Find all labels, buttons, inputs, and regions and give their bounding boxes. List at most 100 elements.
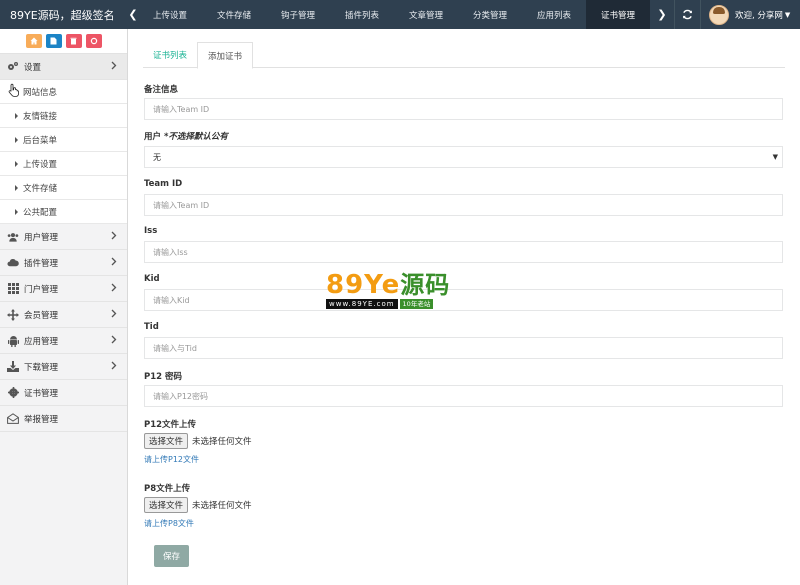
p8-choose-file-button[interactable]: 选择文件	[144, 497, 189, 513]
p8-file-label: P8文件上传	[144, 484, 191, 494]
tid-label: Tid	[144, 322, 159, 332]
caret-right-icon	[15, 184, 18, 191]
watermark-title: 89Ye源码	[326, 272, 476, 298]
sidebar-item-label: 用户管理	[24, 232, 59, 243]
sidebar-subitem-label: 公共配置	[23, 207, 58, 218]
tab-certificate-list[interactable]: 证书列表	[143, 42, 197, 68]
quick-actions	[0, 29, 127, 54]
p12-file-label: P12文件上传	[144, 420, 197, 430]
top-tab-file-storage[interactable]: 文件存储	[202, 0, 266, 29]
top-tab-category-management[interactable]: 分类管理	[458, 0, 522, 29]
user-menu[interactable]: 欢迎, 分享网 ▼	[700, 0, 790, 29]
recycle-icon[interactable]	[85, 34, 102, 48]
sidebar-subitem-label: 后台菜单	[23, 135, 58, 146]
move-arrows-icon	[7, 308, 19, 321]
caret-right-icon	[15, 112, 18, 119]
sidebar-item-portal[interactable]: 门户管理	[0, 276, 127, 302]
sidebar-subitem-label: 友情链接	[23, 111, 58, 122]
top-tab-upload-settings[interactable]: 上传设置	[138, 0, 202, 29]
caret-right-icon	[15, 160, 18, 167]
tab-add-certificate[interactable]: 添加证书	[197, 42, 254, 69]
top-tab-article-management[interactable]: 文章管理	[394, 0, 458, 29]
user-label: 用户 *不选择默认公有	[144, 130, 228, 142]
tid-input[interactable]: 请输入与Tid	[144, 337, 783, 359]
refresh-icon[interactable]	[674, 0, 700, 29]
p8-file-input: 选择文件 未选择任何文件	[144, 497, 252, 513]
nav-prev-icon[interactable]: ❮	[128, 0, 138, 29]
chevron-right-icon	[111, 361, 117, 373]
chevron-down-icon: ▼	[784, 10, 791, 19]
avatar	[709, 4, 729, 25]
sidebar-item-label: 应用管理	[24, 336, 59, 347]
watermark-logo: 89Ye源码 www.89YE.com 10年老站	[326, 272, 476, 312]
sidebar-subitem-label: 文件存储	[23, 183, 58, 194]
hand-pointer-icon	[8, 83, 20, 100]
top-tab-certificate-management[interactable]: 证书管理	[586, 0, 650, 29]
caret-down-icon: ▼	[772, 153, 778, 161]
p8-file-status: 未选择任何文件	[192, 501, 252, 511]
p12-file-input: 选择文件 未选择任何文件	[144, 433, 252, 449]
sidebar-item-label: 证书管理	[24, 388, 59, 399]
sidebar-item-plugins[interactable]: 插件管理	[0, 250, 127, 276]
sidebar-item-apps[interactable]: 应用管理	[0, 328, 127, 354]
user-hint: *不选择默认公有	[163, 132, 228, 142]
top-nav-tabs: 上传设置 文件存储 钩子管理 插件列表 文章管理 分类管理 应用列表 证书管理	[138, 0, 650, 29]
chevron-right-icon	[111, 335, 117, 347]
p12-file-help: 请上传P12文件	[144, 455, 200, 464]
team-id-input[interactable]: 请输入Team ID	[144, 194, 783, 216]
brand-title[interactable]: 89YE源码，超级签名	[0, 0, 128, 29]
p12-password-input[interactable]: 请输入P12密码	[144, 385, 783, 407]
top-tab-app-list[interactable]: 应用列表	[522, 0, 586, 29]
caret-right-icon	[15, 136, 18, 143]
sidebar-subitem-label: 网站信息	[23, 87, 58, 98]
document-icon[interactable]	[45, 34, 62, 48]
sidebar-item-settings[interactable]: 设置	[0, 54, 127, 80]
remark-input[interactable]: 请输入Team ID	[144, 98, 783, 120]
sidebar-item-members[interactable]: 会员管理	[0, 302, 127, 328]
user-name: 欢迎, 分享网	[735, 10, 783, 21]
trash-icon[interactable]	[65, 34, 82, 48]
remark-label: 备注信息	[144, 85, 179, 95]
p12-password-label: P12 密码	[144, 372, 183, 382]
sidebar-subitem-public-config[interactable]: 公共配置	[0, 200, 127, 224]
download-icon	[7, 361, 19, 373]
sidebar-item-reports[interactable]: 举报管理	[0, 406, 127, 432]
watermark-main: 89Ye	[326, 270, 401, 300]
user-select-value: 无	[153, 152, 161, 162]
sidebar-subitem-admin-menu[interactable]: 后台菜单	[0, 128, 127, 152]
caret-right-icon	[15, 208, 18, 215]
chevron-right-icon	[111, 257, 117, 269]
grid-icon	[7, 283, 19, 295]
sidebar-item-label: 会员管理	[24, 310, 59, 321]
gear-badge-icon	[7, 387, 19, 399]
save-button[interactable]: 保存	[154, 545, 189, 567]
top-tab-hook-management[interactable]: 钩子管理	[266, 0, 330, 29]
nav-next-icon[interactable]: ❯	[650, 0, 674, 29]
sidebar-subitem-site-info[interactable]: 网站信息	[0, 80, 127, 104]
envelope-open-icon	[7, 413, 19, 425]
user-select[interactable]: 无 ▼	[144, 146, 783, 168]
kid-label: Kid	[144, 274, 160, 284]
chevron-right-icon	[111, 61, 117, 73]
home-icon[interactable]	[25, 34, 42, 48]
sidebar-item-certificates[interactable]: 证书管理	[0, 380, 127, 406]
sidebar-item-downloads[interactable]: 下载管理	[0, 354, 127, 380]
chevron-right-icon	[111, 309, 117, 321]
top-tab-plugin-list[interactable]: 插件列表	[330, 0, 394, 29]
p8-file-help: 请上传P8文件	[144, 519, 194, 528]
sidebar: 设置 网站信息 友情链接 后台菜单 上传设置 文件存储 公共配置 用户管理 插件…	[0, 29, 128, 585]
cloud-icon	[7, 257, 19, 269]
iss-input[interactable]: 请输入Iss	[144, 241, 783, 263]
sidebar-subitem-file-storage[interactable]: 文件存储	[0, 176, 127, 200]
sidebar-item-users[interactable]: 用户管理	[0, 224, 127, 250]
sidebar-subitem-friend-links[interactable]: 友情链接	[0, 104, 127, 128]
watermark-url: www.89YE.com	[326, 299, 398, 309]
user-label-text: 用户	[144, 132, 162, 142]
chevron-right-icon	[111, 231, 117, 243]
sidebar-item-label: 插件管理	[24, 258, 59, 269]
sidebar-item-label: 举报管理	[24, 414, 59, 425]
sidebar-subitem-upload-settings[interactable]: 上传设置	[0, 152, 127, 176]
p12-choose-file-button[interactable]: 选择文件	[144, 433, 189, 449]
iss-label: Iss	[144, 226, 158, 236]
android-icon	[7, 335, 19, 347]
